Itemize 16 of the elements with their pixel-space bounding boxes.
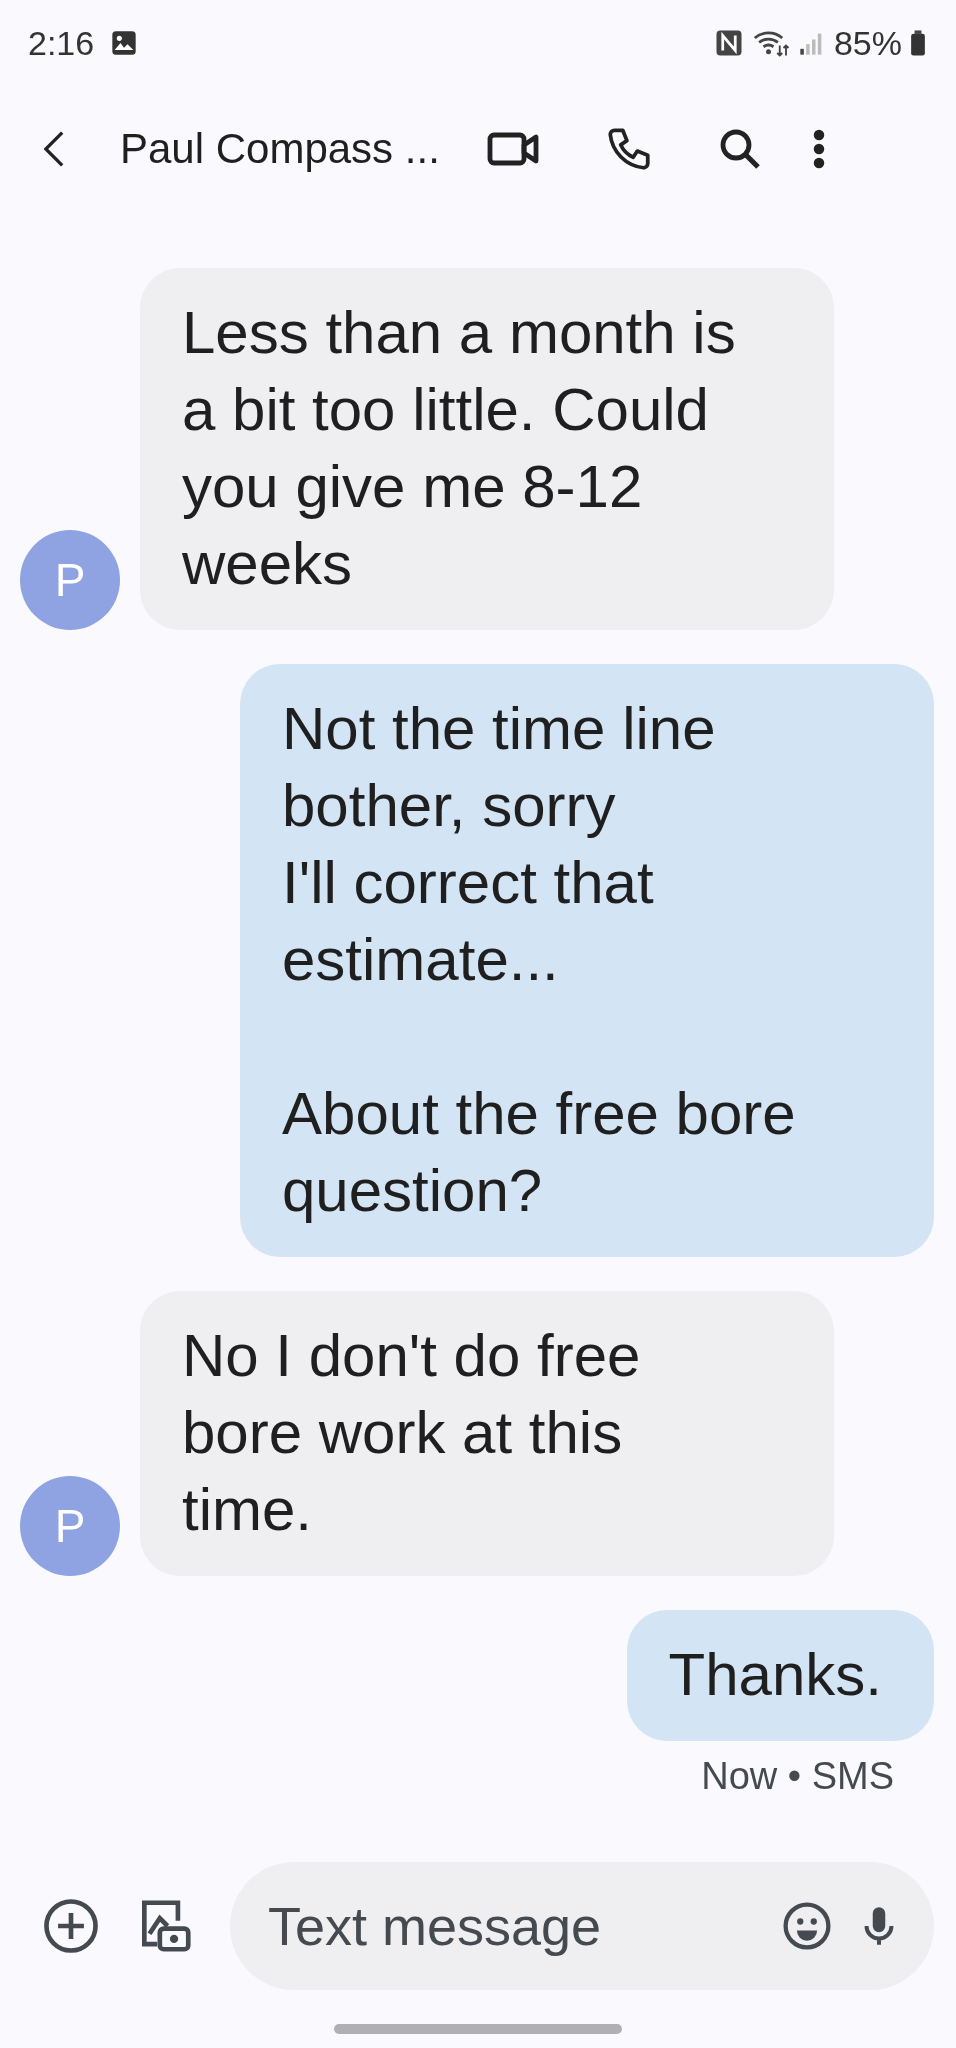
message-input[interactable]: Text message <box>266 1894 760 1958</box>
back-icon[interactable] <box>44 130 64 168</box>
message-status: Now • SMS <box>701 1755 894 1798</box>
status-time: 2:16 <box>28 23 95 63</box>
image-icon <box>110 29 139 57</box>
contact-avatar[interactable]: P <box>20 530 120 630</box>
battery-icon <box>910 29 926 57</box>
contact-avatar[interactable]: P <box>20 1476 120 1576</box>
sent-message: Not the time line bother, sorry I'll correct that estimate... About the free bore question? <box>240 664 934 1257</box>
received-message: Less than a month is a bit too little. Could you give me 8-12 weeks <box>140 268 834 630</box>
received-message: No I don't do free bore work at this time. <box>140 1291 834 1576</box>
contact-name[interactable]: Paul Compass ... <box>120 125 480 173</box>
sent-message: Thanks. <box>626 1610 934 1741</box>
message-field[interactable]: Text message <box>230 1862 934 1990</box>
battery-percent: 85% <box>833 23 902 63</box>
more-options-icon[interactable] <box>812 127 826 171</box>
